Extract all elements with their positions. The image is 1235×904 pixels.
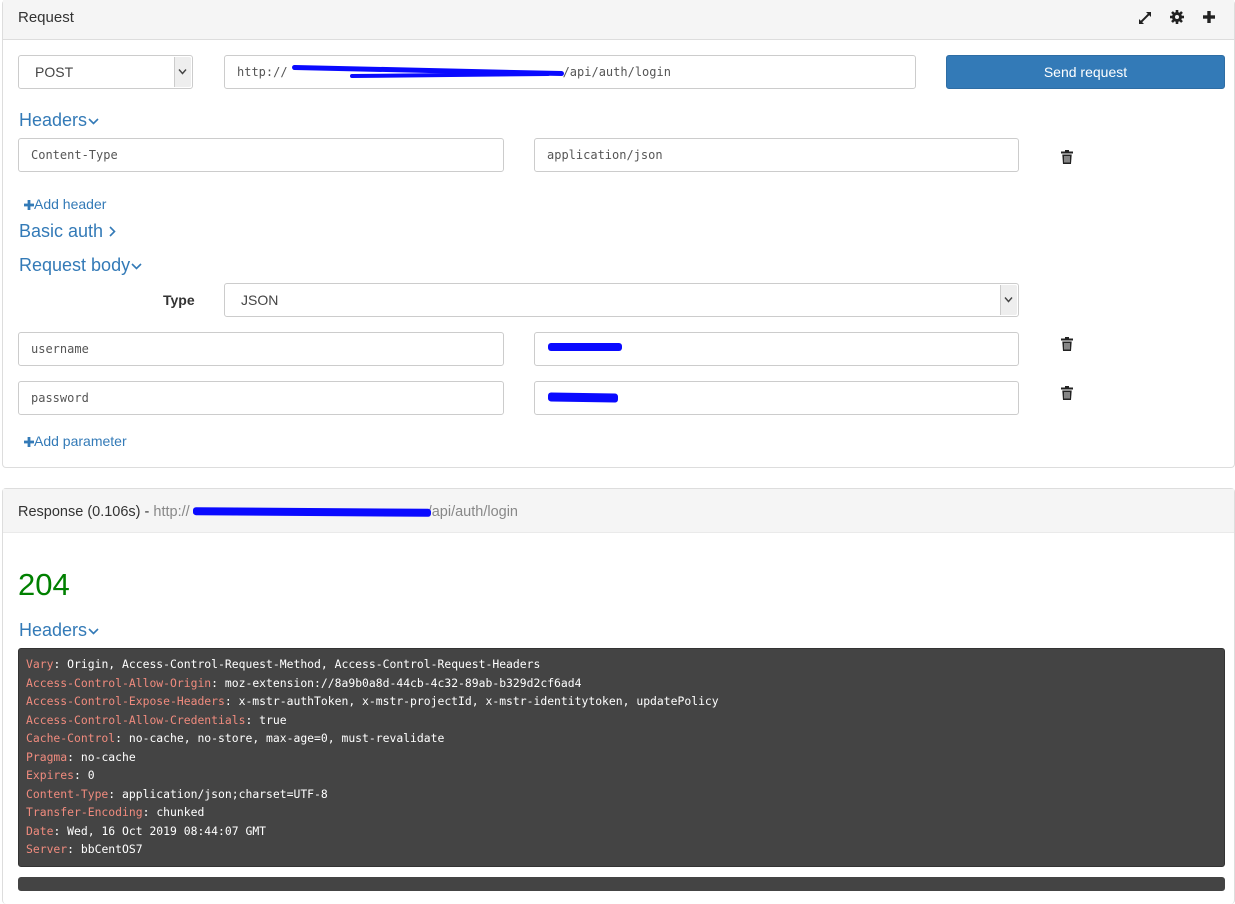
request-body-label: Request body xyxy=(19,255,131,275)
response-header-key: Content-Type xyxy=(26,786,109,801)
send-request-button[interactable]: Send request xyxy=(946,55,1225,89)
plus-icon[interactable] xyxy=(1201,9,1217,25)
chevron-down-icon xyxy=(1000,285,1017,315)
redaction-mark xyxy=(547,392,619,403)
url-path: /api/auth/login xyxy=(562,65,671,79)
response-header-value: true xyxy=(259,712,287,727)
response-header-line: Server: bbCentOS7 xyxy=(26,842,143,856)
chevron-down-icon xyxy=(174,57,191,87)
add-parameter-link[interactable]: Add parameter xyxy=(24,433,127,449)
response-body-block xyxy=(18,877,1225,891)
response-header-line: Cache-Control: no-cache, no-store, max-a… xyxy=(26,731,445,745)
header-value-input[interactable]: application/json xyxy=(534,138,1019,172)
response-header-value: Wed, 16 Oct 2019 08:44:07 GMT xyxy=(67,823,267,838)
header-key-input[interactable]: Content-Type xyxy=(18,138,504,172)
response-url-path: /api/auth/login xyxy=(427,504,518,520)
response-header-value: chunked xyxy=(156,805,205,819)
response-header-key: Server xyxy=(26,842,68,856)
gear-icon[interactable] xyxy=(1169,9,1185,25)
response-header-line: Access-Control-Allow-Credentials: true xyxy=(26,712,287,727)
response-header-value: moz-extension://8a9b0a8d-44cb-4c32-89ab-… xyxy=(224,675,582,690)
request-panel-header xyxy=(3,0,1234,40)
method-select[interactable]: POST xyxy=(18,55,193,89)
headers-toggle-label: Headers xyxy=(19,110,88,130)
response-header-line: Access-Control-Allow-Origin: moz-extensi… xyxy=(26,675,582,690)
url-input[interactable]: http:// /api/auth/login xyxy=(224,55,916,89)
basic-auth-toggle[interactable]: Basic auth xyxy=(19,221,117,242)
response-header-line: Content-Type: application/json;charset=U… xyxy=(26,786,328,801)
response-headers-block: Vary: Origin, Access-Control-Request-Met… xyxy=(18,648,1225,867)
redaction-mark xyxy=(548,343,622,351)
chevron-down-icon xyxy=(130,255,142,275)
body-type-select[interactable]: JSON xyxy=(224,283,1019,317)
response-header-key: Pragma xyxy=(26,749,68,764)
response-time-label: Response (0.106s) xyxy=(18,504,141,520)
response-header-line: Pragma: no-cache xyxy=(26,749,136,764)
response-header-value: bbCentOS7 xyxy=(80,842,143,856)
response-header-value: x-mstr-authToken, x-mstr-projectId, x-ms… xyxy=(238,694,719,708)
param-key-input[interactable]: username xyxy=(18,332,504,366)
response-header-line: Date: Wed, 16 Oct 2019 08:44:07 GMT xyxy=(26,823,267,838)
response-header-line: Vary: Origin, Access-Control-Request-Met… xyxy=(26,657,541,671)
plus-icon xyxy=(24,196,34,212)
chevron-down-icon xyxy=(87,110,99,130)
response-headers-toggle[interactable]: Headers xyxy=(19,620,99,641)
add-header-link[interactable]: Add header xyxy=(24,196,106,212)
response-header-value: Origin, Access-Control-Request-Method, A… xyxy=(67,657,541,671)
add-header-label: Add header xyxy=(34,196,107,212)
trash-icon[interactable] xyxy=(1061,337,1073,351)
response-header-value: no-cache xyxy=(80,749,136,764)
param-key-input[interactable]: password xyxy=(18,381,504,415)
response-header-key: Cache-Control xyxy=(26,731,116,745)
trash-icon[interactable] xyxy=(1061,386,1073,400)
chevron-right-icon xyxy=(103,221,117,241)
response-header-value: 0 xyxy=(87,768,95,782)
redaction-mark xyxy=(192,507,432,517)
method-select-value: POST xyxy=(35,64,74,80)
body-type-value: JSON xyxy=(241,292,279,308)
response-header-value: no-cache, no-store, max-age=0, must-reva… xyxy=(128,731,445,745)
response-header-key: Access-Control-Allow-Credentials xyxy=(26,712,246,727)
response-url-scheme: http:// xyxy=(153,504,190,520)
add-parameter-label: Add parameter xyxy=(34,433,127,449)
trash-icon[interactable] xyxy=(1061,150,1073,164)
response-header-key: Access-Control-Allow-Origin xyxy=(26,675,212,690)
headers-toggle[interactable]: Headers xyxy=(19,110,99,131)
response-header-key: Date xyxy=(26,823,54,838)
basic-auth-label: Basic auth xyxy=(19,221,104,241)
response-header-key: Vary xyxy=(26,657,54,671)
response-title-separator: - xyxy=(140,504,154,520)
response-header-line: Transfer-Encoding: chunked xyxy=(26,805,205,819)
response-header-key: Expires xyxy=(26,768,75,782)
request-panel-title: Request xyxy=(18,9,74,26)
response-header-line: Access-Control-Expose-Headers: x-mstr-au… xyxy=(26,694,719,708)
request-body-toggle[interactable]: Request body xyxy=(19,255,142,276)
response-header-key: Transfer-Encoding xyxy=(26,805,143,819)
status-code: 204 xyxy=(18,567,70,602)
body-type-label: Type xyxy=(163,292,195,308)
url-scheme: http:// xyxy=(237,65,288,79)
response-header-value: application/json;charset=UTF-8 xyxy=(122,786,328,801)
expand-icon[interactable] xyxy=(1137,10,1153,26)
response-headers-label: Headers xyxy=(19,620,88,640)
response-header-line: Expires: 0 xyxy=(26,768,95,782)
plus-icon xyxy=(24,433,34,449)
response-header-key: Access-Control-Expose-Headers xyxy=(26,694,225,708)
chevron-down-icon xyxy=(87,620,99,640)
